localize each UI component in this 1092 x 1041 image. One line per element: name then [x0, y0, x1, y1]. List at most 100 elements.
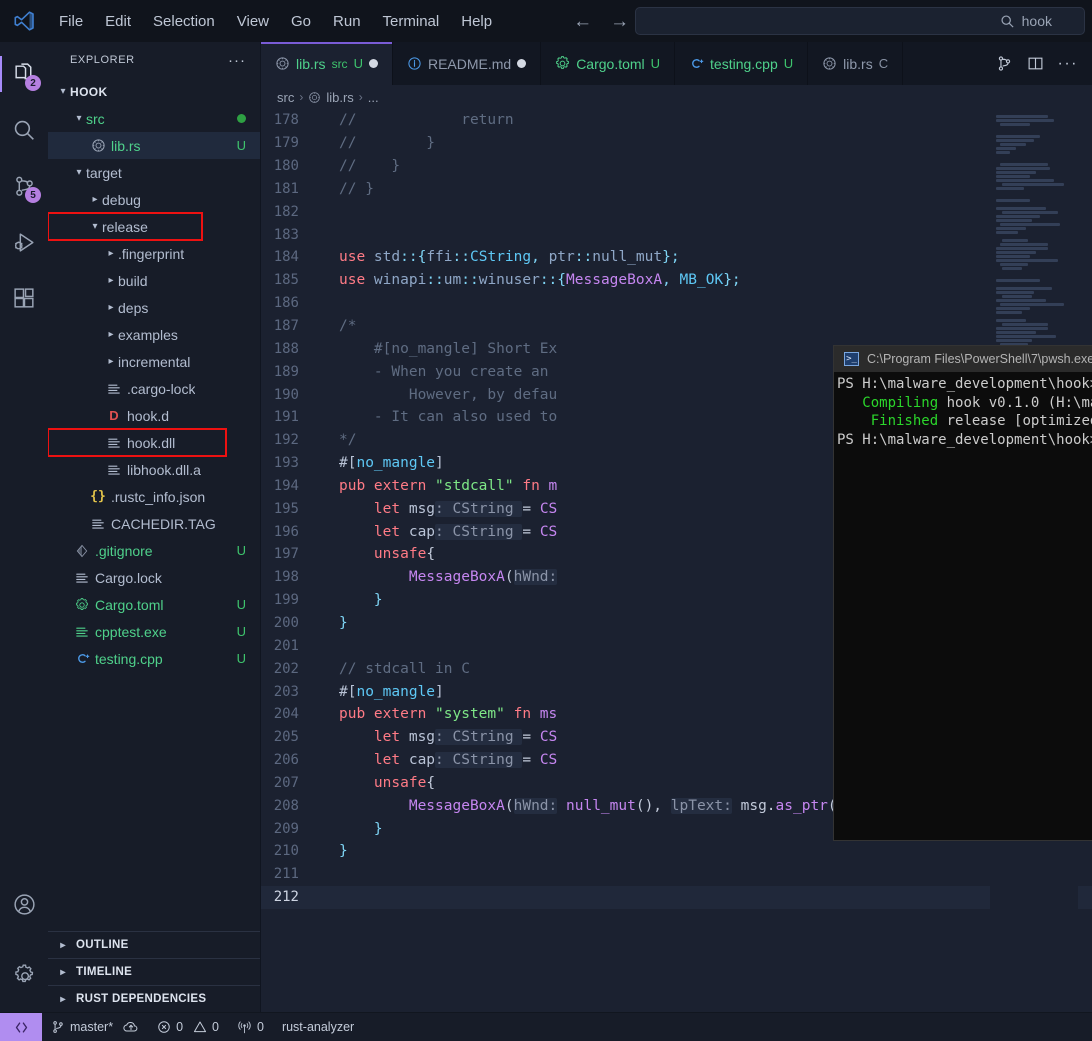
breadcrumb-src[interactable]: src — [277, 90, 294, 105]
activity-extensions[interactable] — [0, 274, 48, 322]
code-line[interactable]: 183 — [261, 223, 1092, 246]
tree-item-hook-dll[interactable]: hook.dll — [48, 428, 227, 457]
tree-item-debug[interactable]: ▸ debug — [48, 186, 260, 213]
tree-item-cachedir-tag[interactable]: CACHEDIR.TAG — [48, 510, 260, 537]
file-tree[interactable]: ▾ HOOK ▾ src lib.rs U ▾ target ▸ debug ▾ release ▸… — [48, 78, 260, 931]
menu-view[interactable]: View — [226, 9, 280, 34]
tree-item-label: Cargo.lock — [95, 569, 162, 586]
tab-label: lib.rs — [843, 55, 873, 72]
powershell-output[interactable]: PS H:\malware_development\hook> cargo bu… — [834, 372, 1092, 449]
split-editor-icon[interactable] — [1027, 55, 1044, 72]
line-number: 212 — [273, 889, 299, 906]
code-line[interactable]: 182 — [261, 200, 1092, 223]
status-branch[interactable]: master* — [42, 1013, 148, 1041]
breadcrumb-symbol[interactable]: ... — [368, 90, 379, 105]
menu-file[interactable]: File — [48, 9, 94, 34]
powershell-title-bar[interactable]: >_ C:\Program Files\PowerShell\7\pwsh.ex… — [834, 346, 1092, 372]
code-line[interactable]: 185 use winapi::um::winuser::{MessageBoxA… — [261, 269, 1092, 292]
status-language-server[interactable]: rust-analyzer — [273, 1013, 363, 1041]
section-rust-dependencies[interactable]: ▸ RUST DEPENDENCIES — [48, 985, 260, 1012]
tree-item-incremental[interactable]: ▸ incremental — [48, 348, 260, 375]
activity-search[interactable] — [0, 106, 48, 154]
menu-selection[interactable]: Selection — [142, 9, 226, 34]
tree-item-release[interactable]: ▾ release — [48, 212, 203, 241]
explorer-badge: 2 — [25, 75, 41, 91]
activity-accounts[interactable] — [0, 880, 48, 928]
menu-terminal[interactable]: Terminal — [372, 9, 451, 34]
status-ports[interactable]: 0 — [228, 1013, 273, 1041]
tree-item-cargo-toml[interactable]: Cargo.toml U — [48, 591, 260, 618]
file-type-icon — [72, 597, 92, 612]
explorer-more-actions-icon[interactable]: ··· — [228, 52, 246, 69]
tree-item--gitignore[interactable]: .gitignore U — [48, 537, 260, 564]
code-line[interactable]: 210} — [261, 840, 1092, 863]
tree-item-src[interactable]: ▾ src — [48, 105, 260, 132]
tab-cargo-toml[interactable]: Cargo.toml U — [541, 42, 676, 85]
tree-item-lib-rs[interactable]: lib.rs U — [48, 132, 260, 159]
tree-item-testing-cpp[interactable]: testing.cpp U — [48, 645, 260, 672]
section-timeline[interactable]: ▸ TIMELINE — [48, 958, 260, 985]
code-line[interactable]: 178 // return — [261, 109, 1092, 132]
status-problems[interactable]: 0 0 — [148, 1013, 228, 1041]
code-line[interactable]: 179 // } — [261, 132, 1092, 155]
code-line[interactable]: 212 — [261, 885, 1092, 909]
tree-item-cargo-lock[interactable]: Cargo.lock — [48, 564, 260, 591]
line-number: 201 — [273, 637, 299, 654]
code-line[interactable]: 186 — [261, 292, 1092, 315]
tree-item-deps[interactable]: ▸ deps — [48, 294, 260, 321]
line-number: 194 — [273, 477, 299, 494]
tab-lib-rs-2[interactable]: lib.rs C — [808, 42, 904, 85]
tree-item-label: .fingerprint — [118, 245, 185, 262]
sync-cloud-icon[interactable] — [123, 1020, 139, 1034]
file-type-icon — [72, 625, 92, 639]
code-line[interactable]: 184 use std::{ffi::CString, ptr::null_mut… — [261, 246, 1092, 269]
powershell-window[interactable]: >_ C:\Program Files\PowerShell\7\pwsh.ex… — [834, 346, 1092, 840]
breadcrumb-file[interactable]: lib.rs — [326, 90, 353, 105]
activity-settings[interactable] — [0, 950, 48, 998]
source-control-icon[interactable] — [996, 55, 1013, 72]
tree-item-examples[interactable]: ▸ examples — [48, 321, 260, 348]
activity-explorer[interactable]: 2 — [0, 50, 48, 98]
menu-help[interactable]: Help — [450, 9, 503, 34]
code-line[interactable]: 181 // } — [261, 178, 1092, 201]
git-status-badge: U — [236, 651, 246, 666]
tree-item-cpptest-exe[interactable]: cpptest.exe U — [48, 618, 260, 645]
chevron-down-icon: ▾ — [76, 167, 82, 178]
tree-item-label: src — [86, 110, 105, 127]
section-outline[interactable]: ▸ OUTLINE — [48, 931, 260, 958]
code-line[interactable]: 180 // } — [261, 155, 1092, 178]
tree-item--cargo-lock[interactable]: .cargo-lock — [48, 375, 260, 402]
remote-window-button[interactable] — [0, 1012, 42, 1041]
tab-dirty-indicator[interactable] — [368, 59, 378, 68]
tree-item--fingerprint[interactable]: ▸ .fingerprint — [48, 240, 260, 267]
tree-item--rustc-info-json[interactable]: {} .rustc_info.json — [48, 483, 260, 510]
menu-go[interactable]: Go — [280, 9, 322, 34]
activity-run-debug[interactable] — [0, 218, 48, 266]
menu-run[interactable]: Run — [322, 9, 372, 34]
activity-source-control[interactable]: 5 — [0, 162, 48, 210]
line-number: 188 — [273, 340, 299, 357]
tree-item-build[interactable]: ▸ build — [48, 267, 260, 294]
tab-testing-cpp[interactable]: testing.cpp U — [675, 42, 809, 85]
tab-readme-md[interactable]: README.md — [392, 42, 542, 85]
line-content: use winapi::um::winuser::{MessageBoxA, M… — [339, 272, 741, 289]
code-line[interactable]: 187 /* — [261, 315, 1092, 338]
go-back-icon[interactable]: ← — [573, 12, 592, 31]
git-status-badge: U — [236, 138, 246, 153]
status-language-server-label: rust-analyzer — [281, 1020, 355, 1034]
command-center-search[interactable]: hook — [635, 7, 1085, 35]
tab-lib-rs[interactable]: lib.rs src U — [261, 42, 393, 85]
tree-item-libhook-dll-a[interactable]: libhook.dll.a — [48, 456, 260, 483]
tab-dirty-indicator[interactable] — [517, 59, 527, 68]
tree-item-target[interactable]: ▾ target — [48, 159, 260, 186]
file-type-icon — [72, 544, 92, 558]
tree-root-hook[interactable]: ▾ HOOK — [48, 78, 260, 105]
line-number: 196 — [273, 523, 299, 540]
tree-item-hook-d[interactable]: Dhook.d — [48, 402, 260, 429]
chevron-right-icon: ▸ — [108, 329, 114, 340]
line-number: 205 — [273, 729, 299, 746]
code-line[interactable]: 211 — [261, 863, 1092, 886]
more-actions-icon[interactable]: ··· — [1058, 55, 1078, 73]
go-forward-icon[interactable]: → — [610, 12, 629, 31]
menu-edit[interactable]: Edit — [94, 9, 142, 34]
